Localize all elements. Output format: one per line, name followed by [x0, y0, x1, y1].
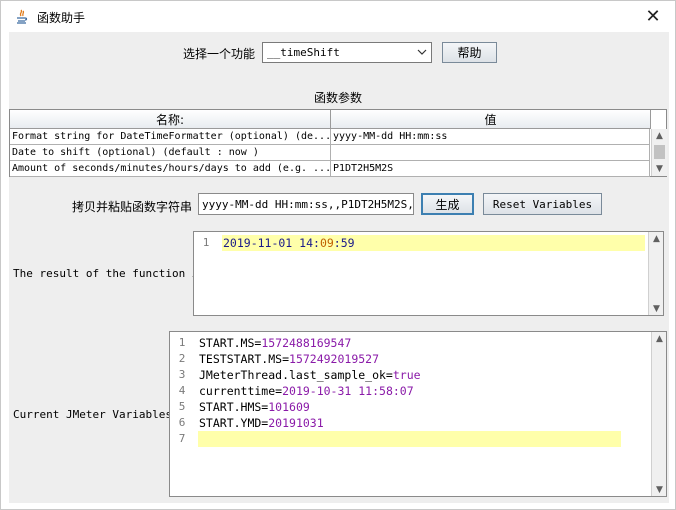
- scroll-up-icon[interactable]: ▲: [652, 129, 667, 143]
- current-line-highlight: [198, 431, 621, 447]
- scroll-up-icon[interactable]: ▲: [652, 332, 666, 346]
- function-helper-dialog: 函数助手 ✕ 选择一个功能 __timeShift 帮助 函数参数 名称: 值 …: [0, 0, 676, 510]
- variable-line: currenttime=2019-10-31 11:58:07: [199, 384, 414, 398]
- function-combobox[interactable]: __timeShift: [262, 42, 432, 63]
- function-string-field[interactable]: yyyy-MM-dd HH:mm:ss,,P1DT2H5M2S,,)}: [198, 193, 414, 215]
- result-label: The result of the function is: [13, 267, 206, 280]
- window-title: 函数助手: [37, 11, 86, 25]
- variable-line: JMeterThread.last_sample_ok=true: [199, 368, 421, 382]
- table-row[interactable]: Format string for DateTimeFormatter (opt…: [10, 129, 650, 145]
- help-button[interactable]: 帮助: [442, 42, 497, 63]
- variables-vertical-scrollbar[interactable]: ▲ ▼: [651, 332, 666, 496]
- table-row[interactable]: Amount of seconds/minutes/hours/days to …: [10, 161, 650, 177]
- param-value-cell[interactable]: P1DT2H5M2S: [331, 161, 650, 177]
- variable-line: TESTSTART.MS=1572492019527: [199, 352, 380, 366]
- scroll-down-icon[interactable]: ▼: [652, 483, 666, 496]
- param-value-cell[interactable]: [331, 145, 650, 161]
- function-select-label: 选择一个功能: [183, 47, 256, 61]
- result-editor[interactable]: 1 2019-11-01 14:09:59 ▲ ▼: [193, 231, 664, 316]
- scroll-up-icon[interactable]: ▲: [649, 232, 663, 246]
- function-selected-value: __timeShift: [267, 46, 340, 59]
- param-name-cell: Format string for DateTimeFormatter (opt…: [10, 129, 331, 145]
- reset-variables-button[interactable]: Reset Variables: [483, 193, 602, 215]
- line-number: 5: [178, 400, 186, 413]
- java-app-icon: [13, 8, 30, 25]
- dialog-content: 选择一个功能 __timeShift 帮助 函数参数 名称: 值 Format …: [9, 32, 669, 503]
- result-value: 2019-11-01 14:09:59: [223, 236, 355, 250]
- line-number: 7: [178, 432, 186, 445]
- scroll-down-icon[interactable]: ▼: [652, 162, 667, 176]
- line-number: 3: [178, 368, 186, 381]
- variables-editor[interactable]: 1 2 3 4 5 6 7 START.MS=1572488169547 TES…: [169, 331, 667, 497]
- params-table: 名称: 值 Format string for DateTimeFormatte…: [9, 109, 667, 177]
- param-value-cell[interactable]: yyyy-MM-dd HH:mm:ss: [331, 129, 650, 145]
- variable-line: START.YMD=20191031: [199, 416, 324, 430]
- params-section-title: 函数参数: [314, 91, 363, 105]
- variable-line: START.HMS=101609: [199, 400, 310, 414]
- param-name-cell: Amount of seconds/minutes/hours/days to …: [10, 161, 331, 177]
- column-header-name[interactable]: 名称:: [10, 110, 331, 129]
- variable-line: START.MS=1572488169547: [199, 336, 352, 350]
- close-icon: ✕: [645, 5, 661, 27]
- result-vertical-scrollbar[interactable]: ▲ ▼: [648, 232, 663, 315]
- close-button[interactable]: ✕: [631, 1, 675, 31]
- generate-button[interactable]: 生成: [421, 193, 474, 215]
- line-number: 2: [178, 352, 186, 365]
- chevron-down-icon: [417, 49, 427, 55]
- table-row[interactable]: Date to shift (optional) (default : now …: [10, 145, 650, 161]
- line-number: 6: [178, 416, 186, 429]
- scroll-down-icon[interactable]: ▼: [649, 302, 663, 315]
- line-number: 1: [202, 236, 210, 249]
- line-number: 4: [178, 384, 186, 397]
- variables-label: Current JMeter Variables: [13, 408, 172, 421]
- params-vertical-scrollbar[interactable]: ▲ ▼: [651, 129, 667, 176]
- title-bar: 函数助手 ✕: [1, 1, 675, 32]
- line-number: 1: [178, 336, 186, 349]
- param-name-cell: Date to shift (optional) (default : now …: [10, 145, 331, 161]
- column-header-value[interactable]: 值: [331, 110, 651, 129]
- scroll-thumb[interactable]: [654, 145, 665, 159]
- copy-paste-label: 拷贝并粘贴函数字符串: [72, 200, 193, 214]
